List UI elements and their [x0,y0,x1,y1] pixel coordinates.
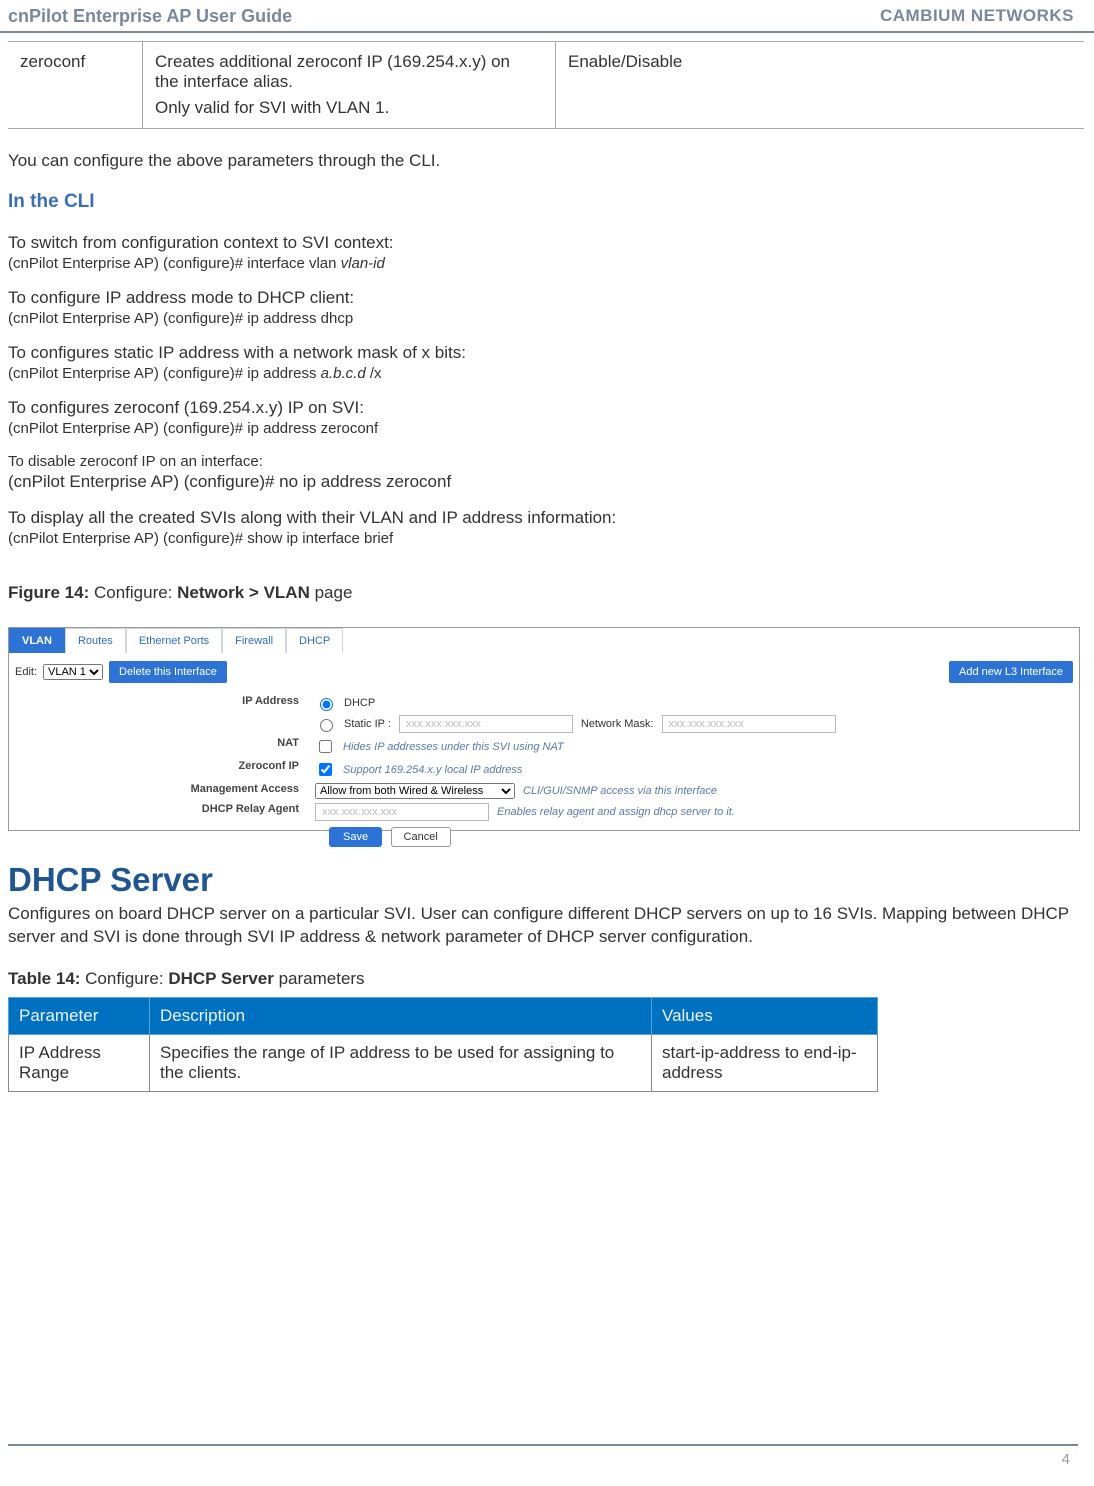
cli-command: (cnPilot Enterprise AP) (configure)# sho… [8,530,1084,547]
th-description: Description [150,997,652,1034]
cli-command: (cnPilot Enterprise AP) (configure)# ip … [8,310,1084,327]
mgmt-access-label: Management Access [9,783,315,799]
add-l3-interface-button[interactable]: Add new L3 Interface [949,661,1073,683]
figure-caption: Figure 14: Configure: Network > VLAN pag… [8,583,1084,603]
doc-title-left: cnPilot Enterprise AP User Guide [8,6,292,27]
page-number: 4 [1062,1451,1070,1468]
zeroconf-desc-l2: Only valid for SVI with VLAN 1. [155,98,535,118]
dhcp-radio-label: DHCP [344,697,375,709]
dhcp-radio[interactable] [320,698,333,711]
tab-firewall[interactable]: Firewall [222,628,286,653]
cli-title: To configures static IP address with a n… [8,343,1084,363]
cli-title: To switch from configuration context to … [8,233,1084,253]
table-caption-mid: Configure: [85,969,168,988]
zeroconf-ip-label: Zeroconf IP [9,760,315,779]
cli-command: (cnPilot Enterprise AP) (configure)# no … [8,472,1084,492]
zeroconf-ip-hint: Support 169.254.x.y local IP address [343,764,522,776]
static-ip-radio[interactable] [320,719,333,732]
dhcp-param-table: Parameter Description Values IP Address … [8,997,878,1092]
cli-command: (cnPilot Enterprise AP) (configure)# int… [8,255,1084,272]
th-values: Values [652,997,878,1034]
delete-interface-button[interactable]: Delete this Interface [109,661,227,683]
edit-vlan-select[interactable]: VLAN 1 [43,664,103,680]
td-param: IP Address Range [9,1034,150,1091]
mgmt-access-select[interactable]: Allow from both Wired & Wireless [315,783,515,799]
netmask-label: Network Mask: [581,718,654,730]
dhcp-server-heading: DHCP Server [8,861,1084,899]
td-values: start-ip-address to end-ip-address [652,1034,878,1091]
table-header-row: Parameter Description Values [9,997,878,1034]
figure-caption-bold: Network > VLAN [177,583,310,602]
zeroconf-table: zeroconf Creates additional zeroconf IP … [8,41,1084,129]
table-row: IP Address Range Specifies the range of … [9,1034,878,1091]
dhcp-relay-input[interactable]: xxx.xxx.xxx.xxx [315,803,489,821]
doc-title-right: CAMBIUM NETWORKS [880,6,1074,27]
tab-ethernet-ports[interactable]: Ethernet Ports [126,628,222,653]
th-parameter: Parameter [9,997,150,1034]
tab-dhcp[interactable]: DHCP [286,628,343,653]
nat-hint: Hides IP addresses under this SVI using … [343,741,564,753]
cli-title: To disable zeroconf IP on an interface: [8,453,1084,470]
cli-title: To configures zeroconf (169.254.x.y) IP … [8,398,1084,418]
static-ip-label: Static IP : [344,718,391,730]
zeroconf-desc-l1: Creates additional zeroconf IP (169.254.… [155,52,535,92]
edit-label: Edit: [15,666,37,678]
dhcp-server-description: Configures on board DHCP server on a par… [8,903,1084,949]
save-button[interactable]: Save [329,827,382,847]
footer-rule [8,1444,1078,1446]
table-caption: Table 14: Configure: DHCP Server paramet… [8,969,1084,989]
cli-title: To display all the created SVIs along wi… [8,508,1084,528]
nat-checkbox[interactable] [319,740,332,753]
vlan-screenshot: VLANRoutesEthernet PortsFirewallDHCP Edi… [8,627,1080,831]
ip-address-label: IP Address [9,695,315,711]
static-ip-input[interactable]: xxx.xxx.xxx.xxx [399,715,573,733]
zeroconf-ip-checkbox[interactable] [319,763,332,776]
table-caption-bold: DHCP Server [168,969,274,988]
cli-command: (cnPilot Enterprise AP) (configure)# ip … [8,365,1084,382]
tab-vlan[interactable]: VLAN [9,628,65,653]
in-the-cli-heading: In the CLI [8,191,1084,213]
figure-caption-mid: Configure: [94,583,177,602]
figure-caption-post: page [310,583,353,602]
tab-routes[interactable]: Routes [65,628,126,653]
zeroconf-param: zeroconf [8,42,143,128]
cli-command: (cnPilot Enterprise AP) (configure)# ip … [8,420,1084,437]
nat-label: NAT [9,737,315,756]
mgmt-access-hint: CLI/GUI/SNMP access via this interface [523,785,717,797]
table-caption-post: parameters [274,969,365,988]
dhcp-relay-hint: Enables relay agent and assign dhcp serv… [497,806,735,818]
figure-caption-pre: Figure 14: [8,583,94,602]
td-desc: Specifies the range of IP address to be … [150,1034,652,1091]
table-caption-pre: Table 14: [8,969,85,988]
zeroconf-value: Enable/Disable [556,42,1084,128]
zeroconf-desc: Creates additional zeroconf IP (169.254.… [143,42,556,128]
intro-paragraph: You can configure the above parameters t… [8,151,1084,171]
cancel-button[interactable]: Cancel [391,827,451,847]
netmask-input[interactable]: xxx.xxx.xxx.xxx [662,715,836,733]
cli-title: To configure IP address mode to DHCP cli… [8,288,1084,308]
dhcp-relay-label: DHCP Relay Agent [9,803,315,821]
